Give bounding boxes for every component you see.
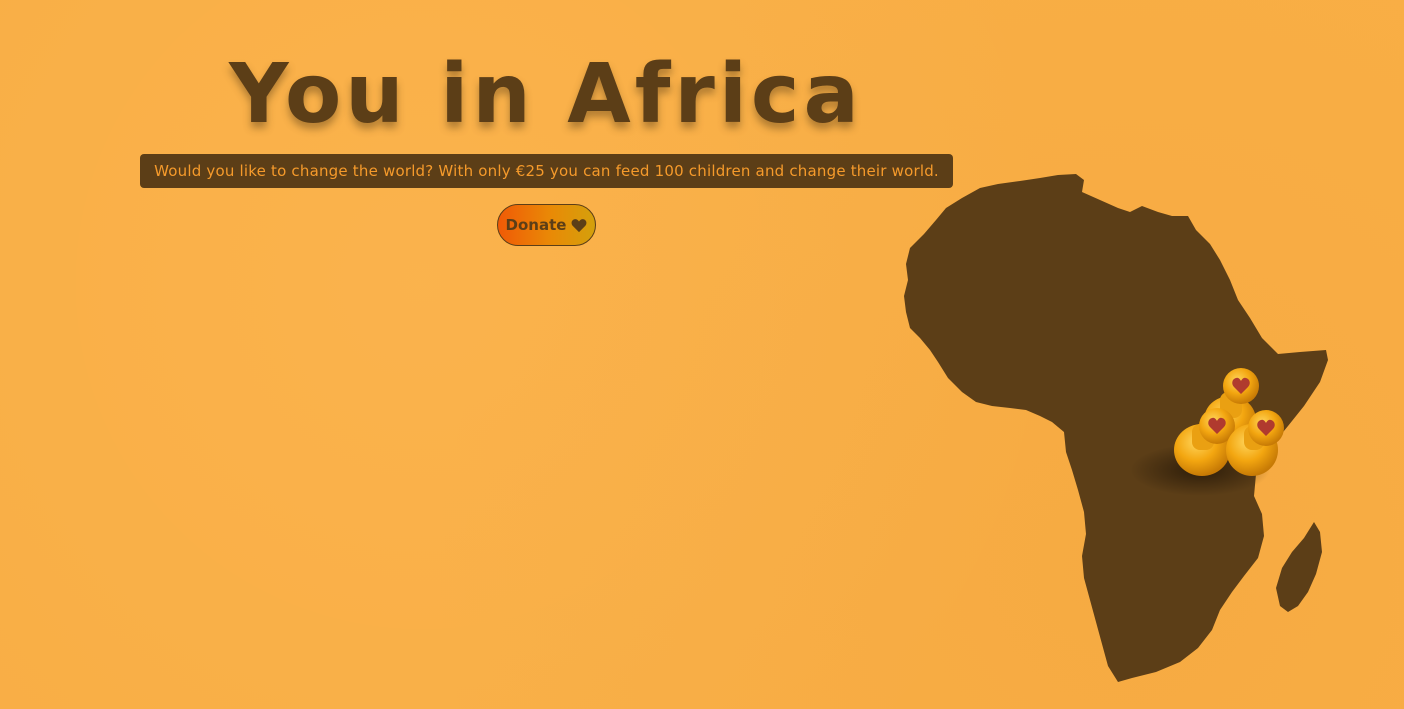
donate-button-label: Donate (505, 216, 567, 234)
africa-map-graphic (904, 174, 1328, 682)
donate-button[interactable]: Donate (497, 204, 596, 246)
africa-map (880, 160, 1350, 700)
madagascar-island (1276, 522, 1322, 612)
heart-icon (572, 218, 587, 232)
tagline-banner: Would you like to change the world? With… (140, 154, 953, 188)
page-title: You in Africa (229, 47, 863, 142)
tagline-text: Would you like to change the world? With… (154, 162, 939, 180)
